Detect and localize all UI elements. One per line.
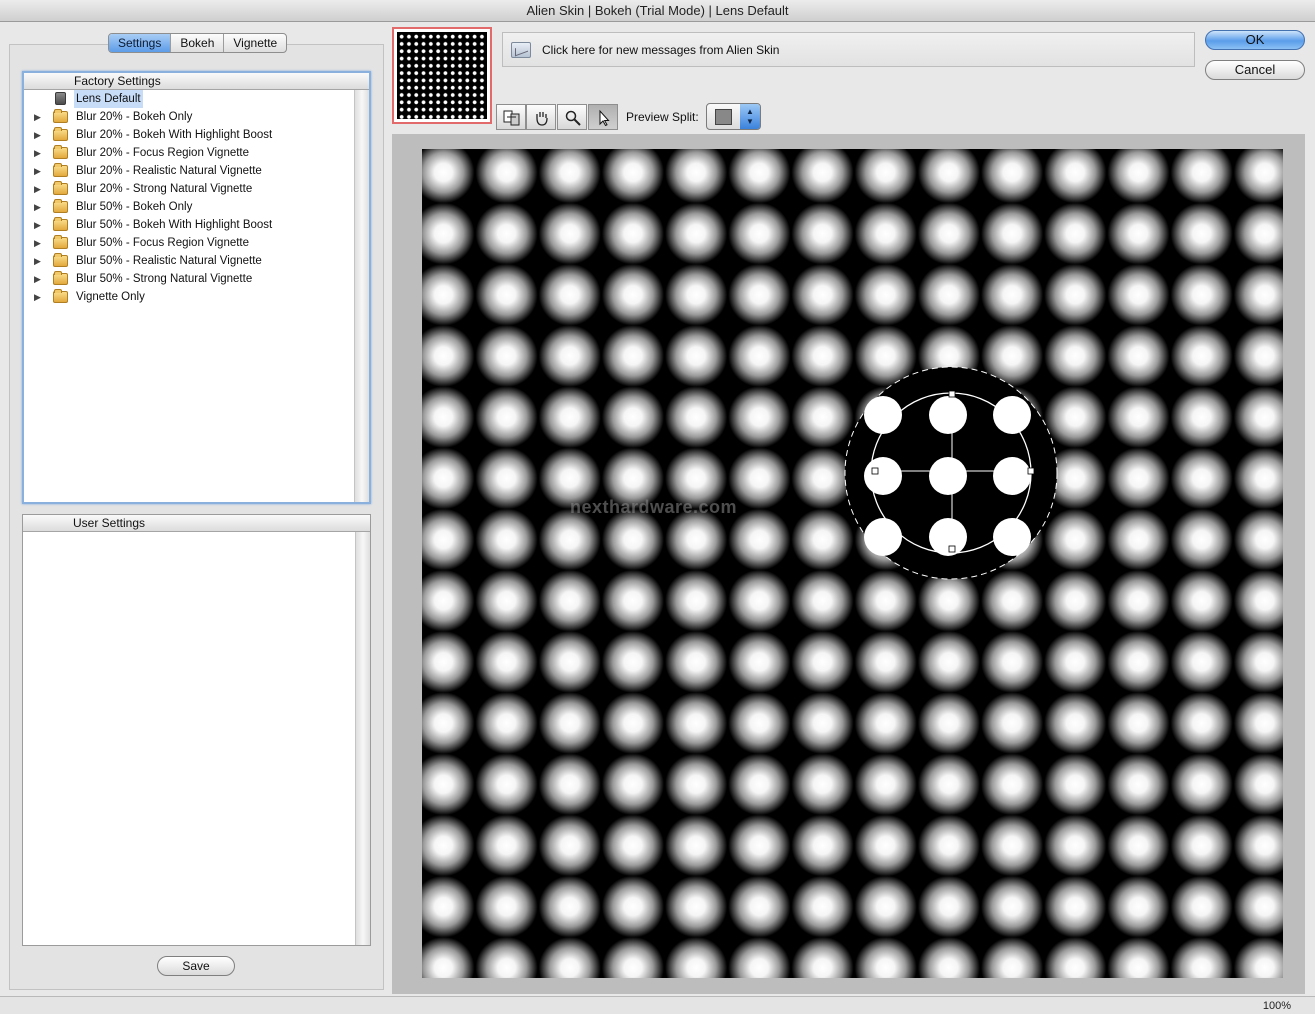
factory-settings-list[interactable]: Factory Settings Lens Default ▶ Blur 20% -… [22, 71, 371, 504]
folder-icon [53, 109, 68, 123]
disclosure-triangle-icon[interactable]: ▶ [34, 180, 44, 198]
preset-item[interactable]: ▶ Blur 50% - Strong Natural Vignette [24, 270, 369, 288]
preset-label: Lens Default [74, 90, 143, 108]
factory-settings-rows: Lens Default ▶ Blur 20% - Bokeh Only ▶ Blur … [24, 90, 369, 306]
preset-label: Blur 20% - Realistic Natural Vignette [76, 165, 262, 177]
focus-region-overlay [844, 366, 1058, 580]
tab-bokeh[interactable]: Bokeh [170, 34, 223, 52]
folder-icon [53, 253, 68, 267]
folder-icon [53, 127, 68, 141]
folder-icon [53, 199, 68, 213]
zoom-tool-icon [565, 110, 581, 126]
tab-settings[interactable]: Settings [109, 34, 171, 52]
preset-item[interactable]: ▶ Blur 50% - Bokeh With Highlight Boost [24, 216, 369, 234]
status-bar: 100% [0, 996, 1315, 1014]
preview-canvas[interactable] [422, 149, 1283, 978]
disclosure-triangle-icon[interactable]: ▶ [34, 234, 44, 252]
preset-label: Blur 50% - Bokeh With Highlight Boost [76, 219, 273, 231]
folder-icon [53, 289, 68, 303]
zoom-tool-button[interactable] [557, 104, 587, 130]
preset-label: Vignette Only [76, 291, 145, 303]
preset-document-icon [55, 92, 66, 105]
watermark-text: nexthardware.com [570, 497, 738, 517]
disclosure-triangle-icon[interactable]: ▶ [34, 108, 44, 126]
ok-button[interactable]: OK [1205, 30, 1305, 50]
pointer-tool-button[interactable] [588, 104, 618, 130]
cancel-button[interactable]: Cancel [1205, 60, 1305, 80]
disclosure-triangle-icon[interactable]: ▶ [34, 126, 44, 144]
preset-item[interactable]: ▶ Blur 20% - Bokeh Only [24, 108, 369, 126]
preset-item[interactable]: ▶ Blur 50% - Focus Region Vignette [24, 234, 369, 252]
user-settings-scrollbar[interactable] [355, 532, 370, 945]
tab-vignette[interactable]: Vignette [223, 34, 286, 52]
folder-icon [53, 145, 68, 159]
hand-tool-button[interactable] [526, 104, 556, 130]
preset-label: Blur 50% - Strong Natural Vignette [76, 273, 253, 285]
preset-label: Blur 50% - Realistic Natural Vignette [76, 255, 262, 267]
disclosure-triangle-icon[interactable]: ▶ [34, 144, 44, 162]
split-mode-swatch [715, 109, 732, 125]
folder-icon [53, 235, 68, 249]
folder-icon [53, 217, 68, 231]
preset-item[interactable]: ▶ Vignette Only [24, 288, 369, 306]
preset-label: Blur 50% - Focus Region Vignette [76, 237, 250, 249]
preset-item[interactable]: ▶ Blur 20% - Bokeh With Highlight Boost [24, 126, 369, 144]
folder-icon [53, 181, 68, 195]
preset-label: Blur 20% - Bokeh Only [76, 111, 193, 123]
user-settings-header: User Settings [23, 515, 370, 532]
disclosure-triangle-icon[interactable]: ▶ [34, 162, 44, 180]
preset-item[interactable]: ▶ Blur 50% - Bokeh Only [24, 198, 369, 216]
preset-item[interactable]: ▶ Blur 20% - Strong Natural Vignette [24, 180, 369, 198]
preset-item[interactable]: ▶ Blur 20% - Focus Region Vignette [24, 144, 369, 162]
compare-tool-icon [503, 110, 520, 126]
disclosure-triangle-icon[interactable]: ▶ [34, 288, 44, 306]
preset-item[interactable]: ▶ Blur 50% - Realistic Natural Vignette [24, 252, 369, 270]
preset-item[interactable]: ▶ Blur 20% - Realistic Natural Vignette [24, 162, 369, 180]
window-title: Alien Skin | Bokeh (Trial Mode) | Lens D… [0, 0, 1315, 22]
factory-settings-header: Factory Settings [24, 73, 369, 90]
navigator-thumbnail[interactable] [392, 27, 492, 124]
pointer-tool-icon [599, 109, 610, 127]
compare-tool-button[interactable] [496, 104, 526, 130]
disclosure-triangle-icon[interactable]: ▶ [34, 270, 44, 288]
tab-bar: Settings Bokeh Vignette [108, 33, 288, 53]
thumbnail-image [397, 32, 487, 119]
messages-bar[interactable]: Click here for new messages from Alien S… [502, 32, 1195, 67]
preset-label: Blur 20% - Focus Region Vignette [76, 147, 250, 159]
preset-item[interactable]: Lens Default [24, 90, 369, 108]
disclosure-triangle-icon[interactable]: ▶ [34, 252, 44, 270]
folder-icon [53, 271, 68, 285]
preset-label: Blur 50% - Bokeh Only [76, 201, 193, 213]
hand-tool-icon [536, 112, 548, 126]
zoom-level: 100% [1262, 1000, 1291, 1012]
message-icon [511, 42, 531, 58]
disclosure-triangle-icon[interactable]: ▶ [34, 198, 44, 216]
factory-settings-scrollbar[interactable] [354, 90, 369, 502]
messages-link[interactable]: Click here for new messages from Alien S… [542, 33, 779, 67]
preview-split-select[interactable]: ▲ ▼ [706, 103, 761, 130]
preset-label: Blur 20% - Bokeh With Highlight Boost [76, 129, 273, 141]
select-arrows-icon: ▲ ▼ [740, 104, 760, 129]
folder-icon [53, 163, 68, 177]
user-settings-list[interactable]: User Settings [22, 514, 371, 946]
preset-label: Blur 20% - Strong Natural Vignette [76, 183, 253, 195]
disclosure-triangle-icon[interactable]: ▶ [34, 216, 44, 234]
preview-split-label: Preview Split: [626, 110, 699, 124]
save-button[interactable]: Save [157, 956, 235, 976]
